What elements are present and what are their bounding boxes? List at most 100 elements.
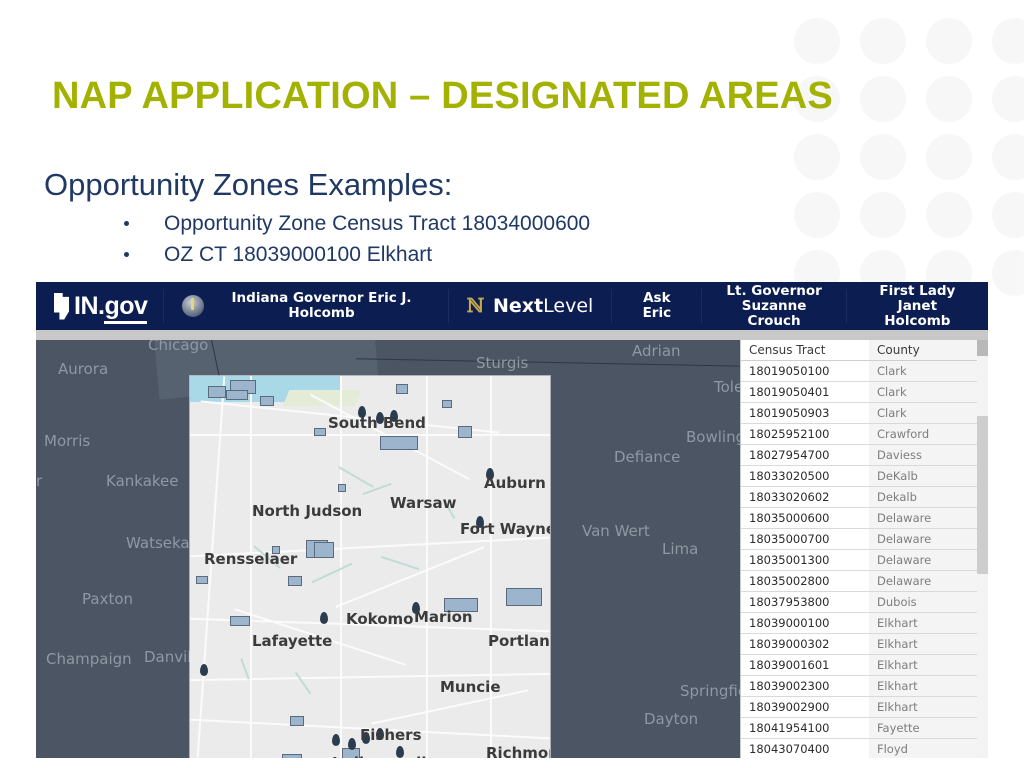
table-row[interactable]: 18027954700 Daviess xyxy=(741,444,977,466)
map-city-label: Aurora xyxy=(58,360,109,378)
nav-item-ask-eric[interactable]: Ask Eric xyxy=(612,282,701,330)
census-tract-table: Census Tract County 18019050100 Clark 1801… xyxy=(741,340,977,758)
nav-item-first-lady[interactable]: First Lady Janet Holcomb xyxy=(847,282,988,330)
map-marker-pin-icon[interactable] xyxy=(200,664,208,676)
table-row[interactable]: 18019050100 Clark xyxy=(741,360,977,382)
table-header-row: Census Tract County xyxy=(741,340,977,361)
nav-item-governor[interactable]: Indiana Governor Eric J. Holcomb xyxy=(164,282,448,330)
cell-county: Delaware xyxy=(869,549,977,571)
census-tract-table-panel[interactable]: Census Tract County 18019050100 Clark 1801… xyxy=(740,340,988,758)
map-city-label: Watseka xyxy=(126,534,190,552)
cell-census-tract: 18033020500 xyxy=(741,465,869,487)
map-city-label: South Bend xyxy=(328,414,426,432)
cell-census-tract: 18033020602 xyxy=(741,486,869,508)
table-row[interactable]: 18039001601 Elkhart xyxy=(741,654,977,676)
opportunity-zone-polygon[interactable] xyxy=(260,396,274,406)
table-scrollbar-thumb[interactable] xyxy=(977,416,988,574)
opportunity-zone-polygon[interactable] xyxy=(282,754,302,758)
table-row[interactable]: 18035001300 Delaware xyxy=(741,549,977,571)
opportunity-zone-polygon[interactable] xyxy=(506,588,542,606)
table-row[interactable]: 18033020602 Dekalb xyxy=(741,486,977,508)
opportunity-zone-polygon[interactable] xyxy=(290,716,304,726)
watermark-dot xyxy=(992,18,1024,64)
scrollbar-up-arrow[interactable] xyxy=(977,340,988,356)
table-row[interactable]: 18035000600 Delaware xyxy=(741,507,977,529)
cell-county: Delaware xyxy=(869,570,977,592)
column-header-county[interactable]: County xyxy=(869,340,977,361)
table-row[interactable]: 18035000700 Delaware xyxy=(741,528,977,550)
opportunity-zone-polygon[interactable] xyxy=(226,390,248,400)
logo-text: IN.gov xyxy=(74,291,148,324)
cell-census-tract: 18035000700 xyxy=(741,528,869,550)
cell-census-tract: 18039000100 xyxy=(741,612,869,634)
map-river xyxy=(380,555,420,571)
table-row[interactable]: 18039002900 Elkhart xyxy=(741,696,977,718)
in-gov-logo[interactable]: IN.gov xyxy=(36,282,163,330)
nav-item-nextlevel[interactable]: ℕ NextLevel xyxy=(449,282,612,330)
watermark-dot xyxy=(926,134,972,180)
map-city-label: Lima xyxy=(662,540,699,558)
map-road xyxy=(190,434,550,436)
embedded-screenshot: Chicago Aurora Morris Kankakee r Watseka Paxto… xyxy=(36,282,988,758)
cell-county: Clark xyxy=(869,402,977,424)
table-row[interactable]: 18035002800 Delaware xyxy=(741,570,977,592)
map-marker-pin-icon[interactable] xyxy=(348,738,356,750)
map-road xyxy=(490,376,492,758)
cell-county: Elkhart xyxy=(869,675,977,697)
map-city-label: Champaign xyxy=(46,650,132,668)
map-city-label: Warsaw xyxy=(390,494,457,512)
cell-census-tract: 18037953800 xyxy=(741,591,869,613)
map-city-label: Bowling Gr xyxy=(686,428,740,446)
bullet-text: OZ CT 18039000100 Elkhart xyxy=(164,243,433,266)
table-row[interactable]: 18019050401 Clark xyxy=(741,381,977,403)
list-item: OZ CT 18039000100 Elkhart xyxy=(120,239,590,270)
column-header-census-tract[interactable]: Census Tract xyxy=(741,340,869,361)
map-marker-pin-icon[interactable] xyxy=(320,612,328,624)
cell-county: Floyd xyxy=(869,738,977,758)
opportunity-zone-polygon[interactable] xyxy=(314,428,326,436)
cell-county: Dekalb xyxy=(869,486,977,508)
map-city-label: Toledo xyxy=(714,378,740,396)
map-city-label: Marion xyxy=(414,608,473,626)
opportunity-zone-polygon[interactable] xyxy=(442,400,452,408)
table-row[interactable]: 18019050903 Clark xyxy=(741,402,977,424)
table-row[interactable]: 18039002300 Elkhart xyxy=(741,675,977,697)
cell-census-tract: 18039002300 xyxy=(741,675,869,697)
table-row[interactable]: 18037953800 Dubois xyxy=(741,591,977,613)
table-row[interactable]: 18025952100 Crawford xyxy=(741,423,977,445)
map-city-label: r xyxy=(36,472,43,490)
nextlevel-monogram-icon: ℕ xyxy=(466,294,485,317)
map-city-label: Muncie xyxy=(440,678,501,696)
table-row[interactable]: 18039000100 Elkhart xyxy=(741,612,977,634)
map-city-label: Adrian xyxy=(632,342,681,360)
opportunity-zone-polygon[interactable] xyxy=(196,576,208,584)
map-river xyxy=(240,658,250,680)
nav-item-lt-governor[interactable]: Lt. Governor Suzanne Crouch xyxy=(702,282,846,330)
map-city-label: Dayton xyxy=(644,710,699,728)
opportunity-zone-polygon[interactable] xyxy=(380,436,418,450)
opportunity-zone-polygon[interactable] xyxy=(208,386,226,398)
page-header-strip xyxy=(36,330,988,340)
opportunity-zone-polygon[interactable] xyxy=(338,484,346,492)
table-row[interactable]: 18033020500 DeKalb xyxy=(741,465,977,487)
map-city-label: Springfield xyxy=(680,682,740,700)
cell-county: Elkhart xyxy=(869,633,977,655)
opportunity-zone-polygon[interactable] xyxy=(314,542,334,558)
opportunity-zone-polygon[interactable] xyxy=(458,426,472,438)
table-row[interactable]: 18041954100 Fayette xyxy=(741,717,977,739)
map-zoom-inset[interactable]: South Bend North Judson Rensselaer Warsaw Au… xyxy=(190,376,550,758)
map-city-label: Indianapolis xyxy=(332,754,435,758)
map-city-label: Portland xyxy=(488,632,550,650)
opportunity-zone-polygon[interactable] xyxy=(230,616,250,626)
opportunity-zone-polygon[interactable] xyxy=(288,576,302,586)
cell-county: Elkhart xyxy=(869,696,977,718)
table-row[interactable]: 18039000302 Elkhart xyxy=(741,633,977,655)
watermark-dot xyxy=(860,76,906,122)
cell-census-tract: 18019050100 xyxy=(741,360,869,382)
map-city-label: Van Wert xyxy=(582,522,650,540)
table-row[interactable]: 18043070400 Floyd xyxy=(741,738,977,758)
opportunity-zone-polygon[interactable] xyxy=(396,384,408,394)
map-marker-pin-icon[interactable] xyxy=(332,734,340,746)
map-city-label: Lafayette xyxy=(252,632,333,650)
nav-item-label: Indiana Governor Eric J. Holcomb xyxy=(231,290,412,321)
